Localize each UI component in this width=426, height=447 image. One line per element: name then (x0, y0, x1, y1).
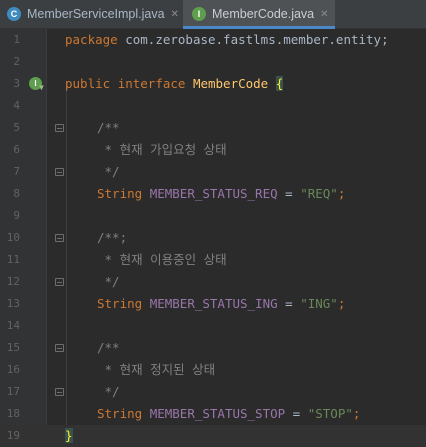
line-number: 6 (13, 143, 20, 156)
field-name: MEMBER_STATUS_ING (149, 296, 278, 311)
package-path: com.zerobase.fastlms.member.entity; (117, 32, 389, 47)
line-number: 16 (6, 363, 20, 376)
code-line: 1 package com.zerobase.fastlms.member.en… (0, 29, 426, 51)
line-number: 18 (6, 407, 20, 420)
code-line: 10 /**; (0, 227, 426, 249)
line-number: 17 (6, 385, 20, 398)
line-number: 2 (13, 55, 20, 68)
type: String (97, 186, 143, 201)
code-text: String MEMBER_STATUS_ING = "ING"; (97, 293, 345, 315)
comment-text: * 현재 이용중인 상태 (97, 252, 227, 267)
field-name: MEMBER_STATUS_STOP (149, 406, 286, 421)
code-line: 14 (0, 315, 426, 337)
type: String (97, 406, 143, 421)
line-number: 13 (6, 297, 20, 310)
operator: = (277, 186, 301, 201)
comment-text: * 현재 정지된 상태 (97, 362, 216, 377)
line-number: 4 (13, 99, 20, 112)
fold-marker-icon[interactable] (55, 234, 64, 242)
fold-marker-icon[interactable] (55, 388, 64, 396)
code-line: 5 /** (0, 117, 426, 139)
code-line: 17 */ (0, 381, 426, 403)
semicolon: ; (352, 406, 361, 421)
line-number: 14 (6, 319, 20, 332)
code-text: String MEMBER_STATUS_STOP = "STOP"; (97, 403, 360, 425)
comment-text: /** (97, 340, 120, 355)
string-literal: "STOP" (307, 406, 353, 421)
semicolon: ; (337, 296, 346, 311)
comment-text: * 현재 가입요청 상태 (97, 142, 227, 157)
java-class-icon: C (7, 7, 21, 21)
fold-marker-icon[interactable] (55, 168, 64, 176)
comment-text: /** (97, 120, 120, 135)
tab-member-code[interactable]: I MemberCode.java ✕ (183, 0, 335, 29)
semicolon: ; (337, 186, 346, 201)
code-line: 9 (0, 205, 426, 227)
code-line: 16 * 현재 정지된 상태 (0, 359, 426, 381)
line-number: 9 (13, 209, 20, 222)
brace: { (275, 76, 284, 91)
code-text: package com.zerobase.fastlms.member.enti… (65, 29, 389, 51)
line-number: 5 (13, 121, 20, 134)
line-number: 10 (6, 231, 20, 244)
keyword: interface (117, 76, 186, 91)
code-text: String MEMBER_STATUS_REQ = "REQ"; (97, 183, 345, 205)
code-editor[interactable]: 1 package com.zerobase.fastlms.member.en… (0, 29, 426, 447)
operator: = (277, 296, 301, 311)
line-number: 15 (6, 341, 20, 354)
code-line: 18 String MEMBER_STATUS_STOP = "STOP"; (0, 403, 426, 425)
comment-text: */ (97, 164, 120, 179)
keyword: package (65, 32, 118, 47)
tab-label: MemberServiceImpl.java (27, 7, 165, 21)
close-icon[interactable]: ✕ (320, 9, 328, 20)
line-number: 12 (6, 275, 20, 288)
code-line: 2 (0, 51, 426, 73)
line-number: 19 (6, 429, 20, 442)
code-line: 6 * 현재 가입요청 상태 (0, 139, 426, 161)
string-literal: "REQ" (300, 186, 338, 201)
fold-marker-icon[interactable] (55, 124, 64, 132)
code-line: 8 String MEMBER_STATUS_REQ = "REQ"; (0, 183, 426, 205)
editor-tab-bar: C MemberServiceImpl.java ✕ I MemberCode.… (0, 0, 426, 29)
code-line: 19 } (0, 425, 426, 447)
tab-member-service-impl[interactable]: C MemberServiceImpl.java ✕ (0, 0, 183, 28)
tab-label: MemberCode.java (212, 7, 315, 21)
interface-name: MemberCode (192, 76, 269, 91)
type: String (97, 296, 143, 311)
code-text: public interface MemberCode { (65, 73, 284, 95)
code-line: 15 /** (0, 337, 426, 359)
close-icon[interactable]: ✕ (171, 9, 179, 20)
line-number: 7 (13, 165, 20, 178)
code-line: 12 */ (0, 271, 426, 293)
line-number: 11 (6, 253, 20, 266)
comment-text: */ (97, 384, 120, 399)
line-number: 8 (13, 187, 20, 200)
code-line: 13 String MEMBER_STATUS_ING = "ING"; (0, 293, 426, 315)
code-line: 4 (0, 95, 426, 117)
field-name: MEMBER_STATUS_REQ (149, 186, 278, 201)
code-line: 11 * 현재 이용중인 상태 (0, 249, 426, 271)
brace: } (65, 428, 73, 443)
line-number: 3 (13, 77, 20, 90)
fold-marker-icon[interactable] (55, 344, 64, 352)
java-interface-icon: I (192, 7, 206, 21)
operator: = (285, 406, 308, 421)
code-line: 7 */ (0, 161, 426, 183)
keyword: public (65, 76, 111, 91)
fold-marker-icon[interactable] (55, 278, 64, 286)
arrow-down-icon: ▼ (39, 83, 44, 92)
comment-text: */ (97, 274, 120, 289)
line-number: 1 (13, 33, 20, 46)
comment-text: /**; (97, 230, 128, 245)
code-text: } (65, 425, 73, 447)
string-literal: "ING" (300, 296, 338, 311)
code-line: 3 I ▼ public interface MemberCode { (0, 73, 426, 95)
